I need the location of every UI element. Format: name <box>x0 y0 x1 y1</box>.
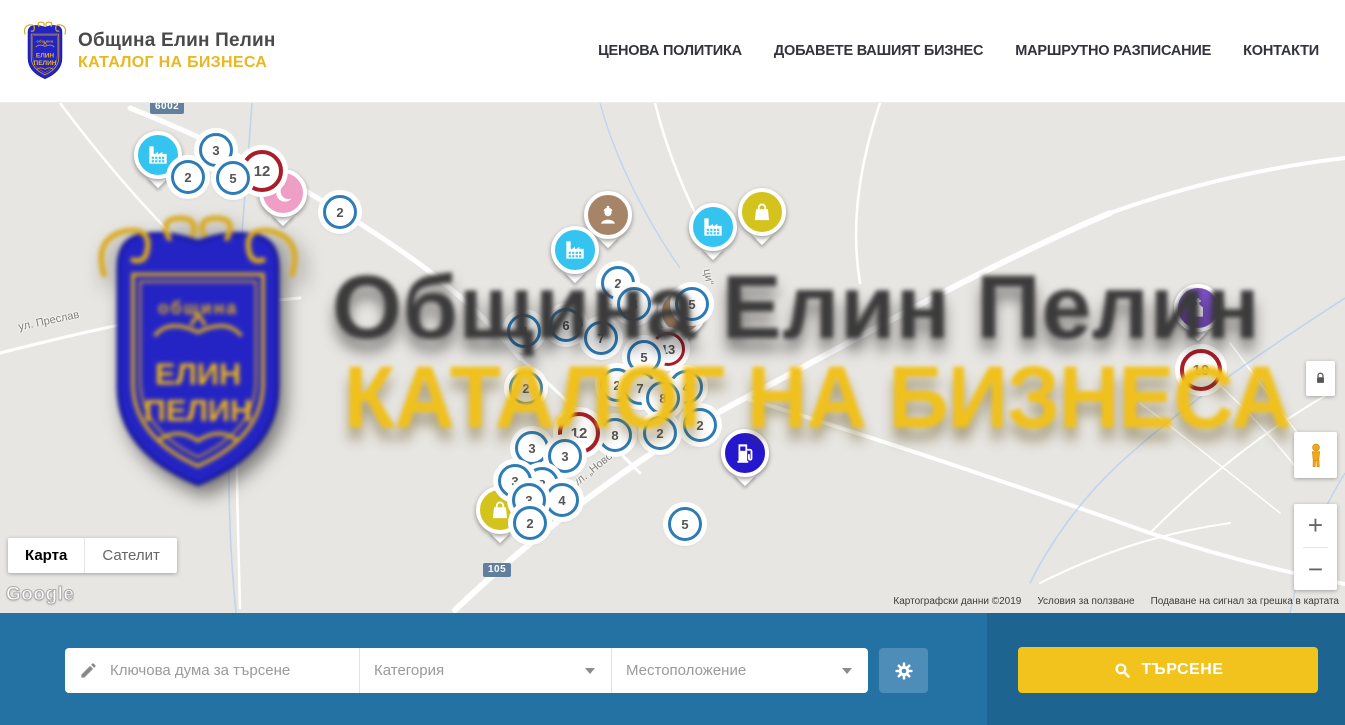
report-error-link[interactable]: Подаване на сигнал за грешка в картата <box>1151 596 1339 607</box>
road-shield: 105 <box>483 563 511 577</box>
search-button-label: ТЪРСЕНЕ <box>1142 661 1224 679</box>
map-type-satellite-button[interactable]: Сателит <box>85 538 177 573</box>
map-cluster-marker[interactable]: 4 <box>545 483 579 517</box>
map-pin-bag[interactable] <box>738 188 786 236</box>
site-title: Община Елин Пелин <box>78 30 276 52</box>
nav-item-1[interactable]: ЦЕНОВА ПОЛИТИКА <box>598 43 742 59</box>
map-pin-factory[interactable] <box>689 203 737 251</box>
zoom-in-button[interactable]: + <box>1294 504 1337 547</box>
google-logo[interactable]: Google <box>6 584 74 606</box>
category-select[interactable]: Категория <box>360 648 612 693</box>
zoom-out-button[interactable]: − <box>1294 548 1337 591</box>
keyword-field[interactable] <box>65 648 360 693</box>
svg-text:ЕЛИН: ЕЛИН <box>155 357 241 392</box>
advanced-settings-button[interactable] <box>879 648 928 693</box>
main-nav: ЦЕНОВА ПОЛИТИКА ДОБАВЕТЕ ВАШИЯТ БИЗНЕС МАР… <box>598 43 1319 59</box>
gear-icon <box>893 660 915 682</box>
svg-text:ПЕЛИН: ПЕЛИН <box>144 393 252 428</box>
site-subtitle: КАТАЛОГ НА БИЗНЕСА <box>78 54 276 72</box>
map-canvas[interactable]: община ЕЛИН ПЕЛИН Община Елин Пелин КАТА… <box>0 103 1345 613</box>
caret-down-icon <box>585 668 595 674</box>
nav-item-4[interactable]: КОНТАКТИ <box>1243 43 1319 59</box>
location-select[interactable]: Местоположение <box>612 648 868 693</box>
location-value: Местоположение <box>626 662 746 679</box>
map-cluster-marker[interactable]: 5 <box>216 161 250 195</box>
svg-text:ПЕЛИН: ПЕЛИН <box>34 60 57 67</box>
map-cluster-marker[interactable]: 2 <box>513 506 547 540</box>
watermark-title: Община Елин Пелин <box>332 263 1260 353</box>
watermark-crest-icon: община ЕЛИН ПЕЛИН <box>85 213 311 495</box>
brand-text: Община Елин Пелин КАТАЛОГ НА БИЗНЕСА <box>78 30 276 72</box>
attribution-copyright: Картографски данни ©2019 <box>893 596 1021 607</box>
pencil-icon <box>79 661 98 680</box>
search-bar: Категория Местоположение ТЪРСЕНЕ <box>0 613 1345 725</box>
pegman-icon <box>1303 439 1329 471</box>
zoom-control: + − <box>1294 504 1337 590</box>
nav-item-3[interactable]: МАРШРУТНО РАЗПИСАНИЕ <box>1015 43 1211 59</box>
privacy-lock-button[interactable] <box>1306 361 1335 396</box>
site-header: община ЕЛИН ПЕЛИН Община Елин Пелин КАТА… <box>0 0 1345 103</box>
map-cluster-marker[interactable]: 2 <box>323 195 357 229</box>
map-type-map-button[interactable]: Карта <box>8 538 85 573</box>
municipality-crest-icon: община ЕЛИН ПЕЛИН <box>22 20 68 82</box>
category-value: Категория <box>374 662 444 679</box>
watermark-subtitle: КАТАЛОГ НА БИЗНЕСА <box>344 353 1291 441</box>
map-attribution: Картографски данни ©2019 Условия за полз… <box>893 596 1339 607</box>
nav-item-2[interactable]: ДОБАВЕТЕ ВАШИЯТ БИЗНЕС <box>774 43 983 59</box>
keyword-input[interactable] <box>108 661 338 680</box>
search-group: Категория Местоположение <box>65 648 868 693</box>
site-logo[interactable]: община ЕЛИН ПЕЛИН Община Елин Пелин КАТА… <box>22 20 276 82</box>
map-type-control: Карта Сателит <box>8 538 177 573</box>
search-button[interactable]: ТЪРСЕНЕ <box>1018 647 1318 693</box>
caret-down-icon <box>842 668 852 674</box>
map-cluster-marker[interactable]: 5 <box>668 507 702 541</box>
terms-link[interactable]: Условия за ползване <box>1037 596 1134 607</box>
factory-icon <box>689 203 737 251</box>
svg-text:ЕЛИН: ЕЛИН <box>36 53 55 60</box>
lock-icon <box>1313 369 1328 388</box>
road-shield: 6002 <box>150 103 184 114</box>
map-cluster-marker[interactable]: 2 <box>171 160 205 194</box>
bag-icon <box>738 188 786 236</box>
street-view-pegman-button[interactable] <box>1294 432 1337 478</box>
search-icon <box>1113 661 1132 680</box>
